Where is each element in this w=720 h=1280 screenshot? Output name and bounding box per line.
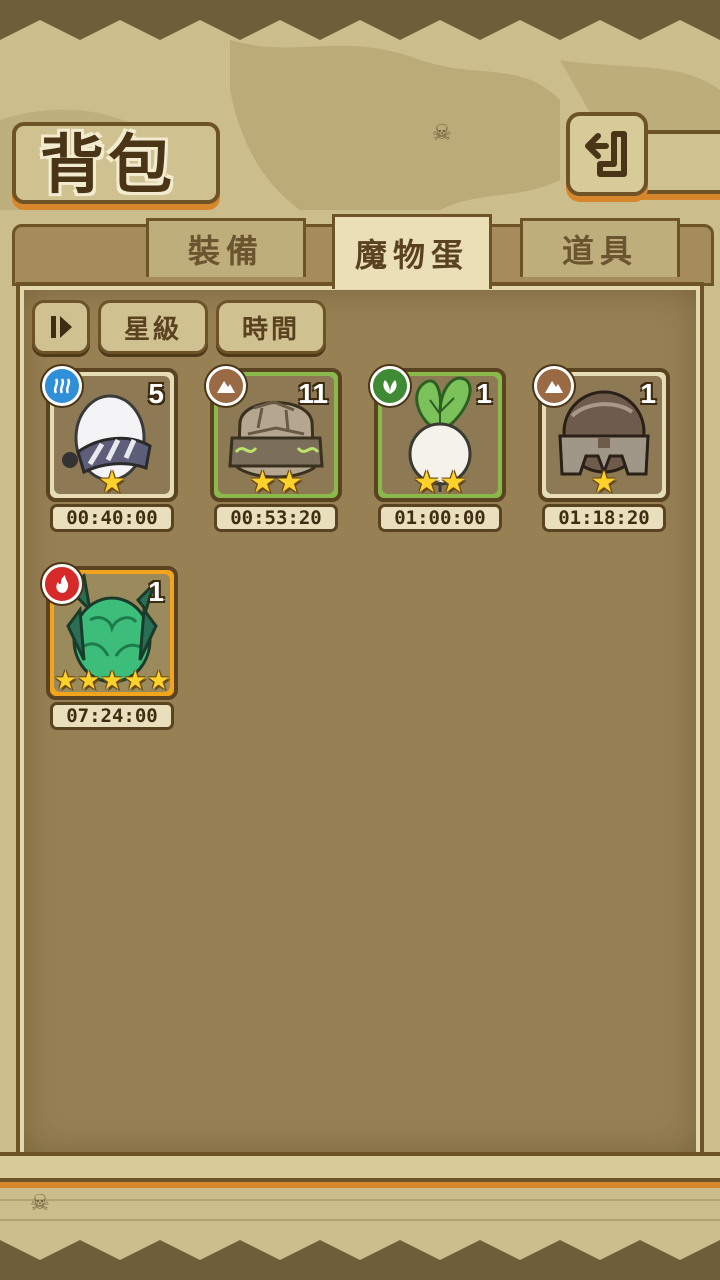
star-rating: ★★★★★ (53, 666, 171, 696)
hatch-timer: 01:00:00 (378, 504, 502, 532)
egg-card-wood-radish[interactable]: 1 ★★ (370, 366, 506, 502)
hatch-timer: 01:18:20 (542, 504, 666, 532)
sort-by-time-label: 時間 (241, 314, 300, 345)
egg-count: 11 (298, 378, 328, 409)
water-element-icon (42, 366, 82, 406)
egg-count: 5 (148, 378, 164, 409)
egg-count: 1 (148, 576, 164, 607)
sort-toggle-icon (51, 316, 72, 338)
hatch-timer: 00:40:00 (50, 504, 174, 532)
star-rating: ★ (590, 465, 618, 500)
sort-by-time-button[interactable]: 時間 (216, 300, 326, 354)
star-rating: ★★ (249, 465, 303, 500)
wood-element-icon (370, 366, 410, 406)
header-rail (640, 130, 720, 194)
egg-count: 1 (640, 378, 656, 409)
earth-element-icon (206, 366, 246, 406)
tab-monster-eggs[interactable]: 魔物蛋 (332, 214, 492, 289)
star-rating: ★★ (413, 465, 467, 500)
egg-count: 1 (476, 378, 492, 409)
sort-by-star-label: 星級 (123, 314, 182, 345)
tab-equipment-label: 裝備 (187, 232, 264, 270)
svg-text:☠: ☠ (30, 1191, 50, 1216)
back-button[interactable] (566, 112, 648, 196)
tab-items[interactable]: 道具 (520, 218, 680, 277)
fire-element-icon (42, 564, 82, 604)
page-title: 背包 (40, 129, 176, 203)
sort-by-star-button[interactable]: 星級 (98, 300, 208, 354)
svg-text:☠: ☠ (432, 121, 452, 146)
egg-card-earth-helmet[interactable]: 1 ★ (534, 366, 670, 502)
tab-items-label: 道具 (561, 232, 638, 270)
panel-bottom-frame (0, 1152, 720, 1182)
return-arrow-icon (585, 131, 627, 177)
egg-card-earth-rock[interactable]: 11 ★★ (206, 366, 342, 502)
tab-monster-eggs-label: 魔物蛋 (354, 236, 469, 274)
egg-card-fire-dragon[interactable]: 1 ★★★★★ (42, 564, 178, 700)
hatch-timer: 07:24:00 (50, 702, 174, 730)
earth-element-icon (534, 366, 574, 406)
hatch-timer: 00:53:20 (214, 504, 338, 532)
star-rating: ★ (98, 465, 126, 500)
egg-card-water[interactable]: 5 ★ (42, 366, 178, 502)
tab-equipment[interactable]: 裝備 (146, 218, 306, 277)
sort-order-toggle-button[interactable] (32, 300, 90, 354)
